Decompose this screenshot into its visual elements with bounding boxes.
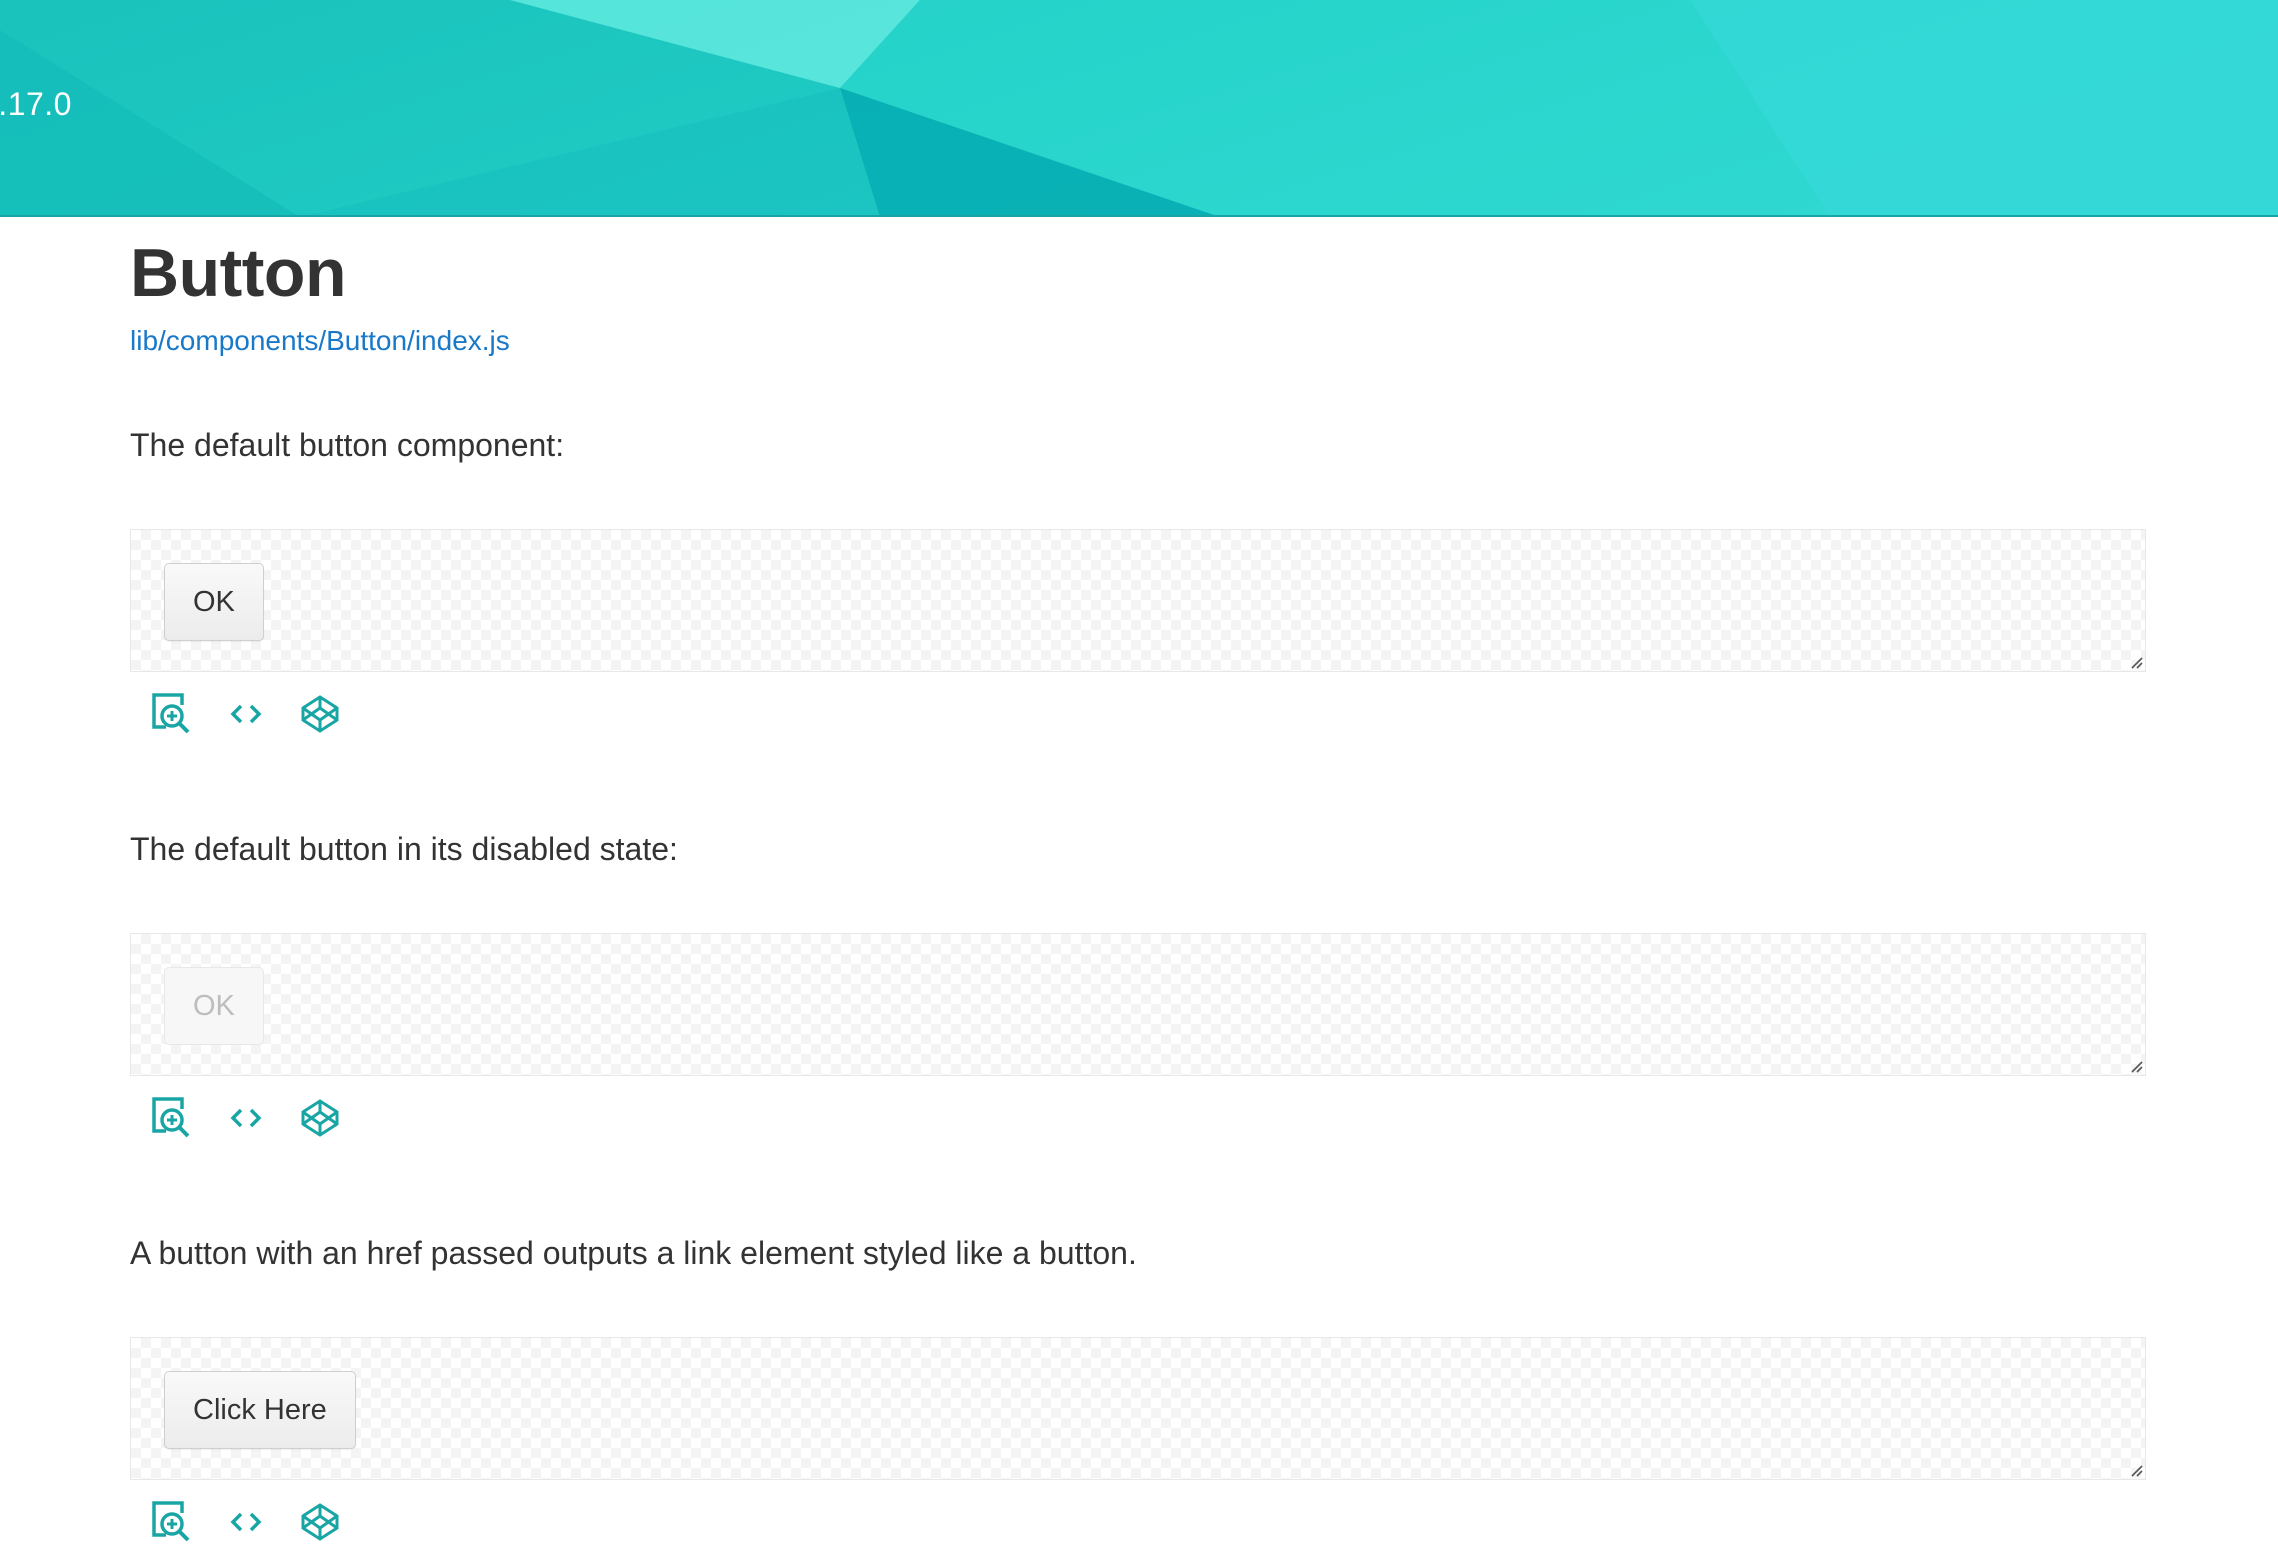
codepen-button[interactable] [295,689,345,739]
example-preview: Click Here [130,1337,2146,1480]
resize-handle-icon[interactable] [2129,655,2143,669]
ok-button[interactable]: OK [164,563,264,641]
view-code-icon [230,1512,262,1532]
view-code-icon [230,704,262,724]
codepen-button[interactable] [295,1093,345,1143]
click-here-link-button[interactable]: Click Here [164,1371,356,1449]
codepen-icon [301,695,339,733]
example-description: A button with an href passed outputs a l… [130,1235,1137,1271]
view-code-button[interactable] [221,689,271,739]
example-preview: OK [130,529,2146,672]
example-preview: OK [130,933,2146,1076]
resize-handle-icon[interactable] [2129,1463,2143,1477]
example-description: The default button in its disabled state… [130,831,678,867]
example-toolbar [147,689,369,739]
codepen-icon [301,1099,339,1137]
resize-handle-icon[interactable] [2129,1059,2143,1073]
open-isolated-icon [152,1501,190,1542]
open-isolated-button[interactable] [147,689,197,739]
source-path-link[interactable]: lib/components/Button/index.js [130,325,510,357]
header-banner: 0.17.0 [0,0,2278,217]
open-isolated-button[interactable] [147,1497,197,1547]
version-label: 0.17.0 [0,86,72,122]
view-code-button[interactable] [221,1497,271,1547]
codepen-icon [301,1503,339,1541]
example-toolbar [147,1093,369,1143]
open-isolated-icon [152,693,190,734]
example-toolbar [147,1497,369,1547]
open-isolated-icon [152,1097,190,1138]
open-isolated-button[interactable] [147,1093,197,1143]
view-code-icon [230,1108,262,1128]
page-title: Button [130,235,347,311]
view-code-button[interactable] [221,1093,271,1143]
example-description: The default button component: [130,427,565,463]
codepen-button[interactable] [295,1497,345,1547]
header-background [0,0,2278,215]
ok-button-disabled: OK [164,967,264,1045]
